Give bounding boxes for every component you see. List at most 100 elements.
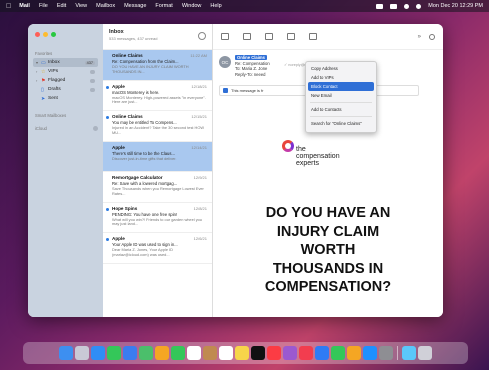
headline-line: COMPENSATION? xyxy=(264,279,392,295)
menu-mailbox[interactable]: Mailbox xyxy=(96,3,115,9)
clock[interactable]: Mon Dec 20 12:29 PM xyxy=(428,3,483,9)
mail-icon[interactable] xyxy=(123,346,137,360)
podcasts-icon[interactable] xyxy=(283,346,297,360)
message-sender: Online Claims xyxy=(112,114,143,119)
message-date: 12/15/21 xyxy=(191,114,207,119)
filter-icon[interactable] xyxy=(198,32,206,40)
menu-copy-address[interactable]: Copy Address xyxy=(306,64,376,73)
menu-window[interactable]: Window xyxy=(182,3,202,9)
folder-icon[interactable] xyxy=(402,346,416,360)
menu-message[interactable]: Message xyxy=(124,3,146,9)
more-icon[interactable]: » xyxy=(418,34,421,40)
list-item[interactable]: Remortgage Calculator 12/9/21 Re: Save wit… xyxy=(103,172,212,203)
menu-new-email[interactable]: New Email xyxy=(306,91,376,100)
envelope-icon[interactable] xyxy=(221,33,229,40)
contacts-icon[interactable] xyxy=(203,346,217,360)
sidebar-item-sent[interactable]: ➤ Sent xyxy=(33,94,98,103)
keynote-icon[interactable] xyxy=(315,346,329,360)
sidebar-item-flagged[interactable]: › ⚑ Flagged xyxy=(33,76,98,85)
flagged-count-badge xyxy=(89,78,95,83)
menu-add-to-contacts[interactable]: Add to Contacts xyxy=(306,105,376,114)
vip-count-badge xyxy=(89,69,95,74)
dock xyxy=(23,342,468,364)
menu-help[interactable]: Help xyxy=(210,3,221,9)
info-icon xyxy=(223,88,228,93)
spotlight-icon[interactable] xyxy=(416,3,422,9)
logo-word: experts xyxy=(296,160,319,167)
inbox-icon: ▭ xyxy=(41,59,46,66)
messages-icon[interactable] xyxy=(107,346,121,360)
sidebar-item-inbox[interactable]: ▾ ▭ Inbox 437 xyxy=(33,58,98,67)
icloud-count-badge xyxy=(92,126,98,131)
appstore-icon[interactable] xyxy=(363,346,377,360)
email-headline: DO YOU HAVE AN INJURY CLAIM WORTH THOUSA… xyxy=(213,204,443,297)
logo-word: compensation xyxy=(296,153,340,160)
message-preview: DO YOU HAVE AN INJURY CLAIM WORTH THOUSA… xyxy=(112,65,189,74)
message-subject: Re: Compensation from the Claim... xyxy=(112,59,179,64)
calendar-icon[interactable] xyxy=(187,346,201,360)
dock-separator xyxy=(397,346,398,360)
notes-icon[interactable] xyxy=(235,346,249,360)
message-date: 12/6/21 xyxy=(193,236,207,241)
list-item[interactable]: Online Claims 12/15/21 You may be entitled… xyxy=(103,111,212,142)
reminders-icon[interactable] xyxy=(219,346,233,360)
menu-file[interactable]: File xyxy=(39,3,48,9)
message-preview: Save Thousands when you Remortgage Lowes… xyxy=(112,187,204,196)
sidebar-item-vips[interactable]: › ☆ VIPs xyxy=(33,67,98,76)
list-item[interactable]: Apple 12/14/21 There's still time to be th… xyxy=(103,141,212,172)
menu-search-for[interactable]: Search for "Online Claims" xyxy=(306,119,376,128)
message-subject: You may be entitled To Compens... xyxy=(112,120,177,125)
menu-bar:  Mail File Edit View Mailbox Message Fo… xyxy=(0,0,489,12)
menu-add-to-vips[interactable]: Add to VIPs xyxy=(306,73,376,82)
trash-icon[interactable] xyxy=(309,33,317,40)
settings-icon[interactable] xyxy=(379,346,393,360)
maps-icon[interactable] xyxy=(139,346,153,360)
finder-icon[interactable] xyxy=(59,346,73,360)
traffic-lights xyxy=(35,32,98,37)
menu-app-mail[interactable]: Mail xyxy=(19,3,30,9)
close-window-button[interactable] xyxy=(35,32,40,37)
menu-view[interactable]: View xyxy=(75,3,87,9)
search-icon[interactable] xyxy=(429,33,435,40)
message-preview: Discover just-in-time gifts that deliver… xyxy=(112,156,177,161)
archive-icon[interactable] xyxy=(265,33,273,40)
minimize-window-button[interactable] xyxy=(43,32,48,37)
music-icon[interactable] xyxy=(267,346,281,360)
menu-separator xyxy=(310,102,372,103)
list-header: Inbox 533 messages, 437 unread xyxy=(103,24,212,50)
unread-dot-icon xyxy=(106,238,109,241)
menu-edit[interactable]: Edit xyxy=(57,3,66,9)
mailbox-title: Inbox xyxy=(109,29,124,35)
control-center-icon[interactable] xyxy=(404,3,410,9)
move-icon[interactable] xyxy=(287,33,295,40)
tv-icon[interactable] xyxy=(251,346,265,360)
wifi-icon[interactable] xyxy=(390,3,398,9)
safari-icon[interactable] xyxy=(91,346,105,360)
menu-block-contact[interactable]: Block Contact xyxy=(308,82,374,91)
message-sender: Hope Spins xyxy=(112,205,138,211)
list-item[interactable]: Apple 12/18/21 macOS Monterey is here. macO… xyxy=(103,81,212,111)
pages-icon[interactable] xyxy=(347,346,361,360)
list-item[interactable]: Apple 12/6/21 Your Apple ID was used to si… xyxy=(103,233,212,264)
launchpad-icon[interactable] xyxy=(75,346,89,360)
trash-icon[interactable] xyxy=(418,346,432,360)
sidebar-item-drafts[interactable]: ▯ Drafts xyxy=(33,85,98,94)
icloud-section[interactable]: iCloud xyxy=(35,126,98,131)
menu-format[interactable]: Format xyxy=(155,3,172,9)
sender-chip[interactable]: Online Claims xyxy=(235,55,267,60)
logo-word: the xyxy=(296,146,306,153)
photos-icon[interactable] xyxy=(155,346,169,360)
news-icon[interactable] xyxy=(299,346,313,360)
logo-text: the compensation experts xyxy=(296,140,340,167)
battery-icon[interactable] xyxy=(376,3,384,9)
facetime-icon[interactable] xyxy=(171,346,185,360)
numbers-icon[interactable] xyxy=(331,346,345,360)
compose-icon[interactable] xyxy=(243,33,251,40)
apple-icon[interactable]:  xyxy=(6,3,11,10)
zoom-window-button[interactable] xyxy=(51,32,56,37)
list-item[interactable]: Hope Spins 12/8/21 PENDING: You have one f… xyxy=(103,203,212,233)
message-viewer: » OC Online Claims Re: Compensation To: … xyxy=(213,24,443,317)
list-item[interactable]: Online Claims 11:22 AM Re: Compensation fr… xyxy=(103,50,212,81)
message-preview: Dear Maria Z. Jones, Your Apple ID (mari… xyxy=(112,248,173,257)
smart-mailboxes-title[interactable]: Smart Mailboxes xyxy=(35,113,98,118)
